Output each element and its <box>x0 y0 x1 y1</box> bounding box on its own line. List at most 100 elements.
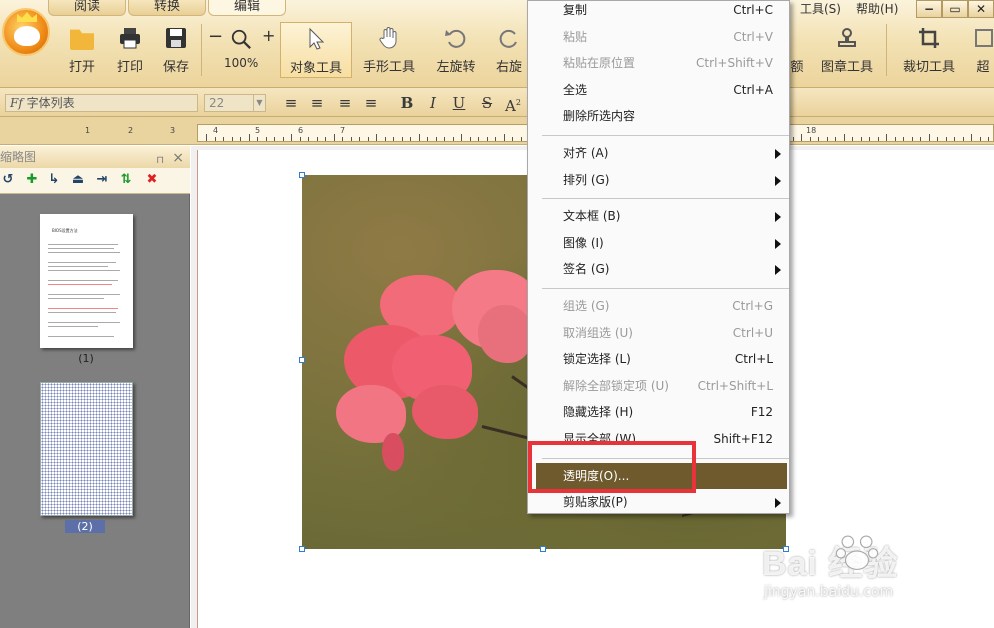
menu-item-1-0[interactable]: 对齐 (A) <box>528 140 789 166</box>
align-left-icon[interactable]: ≡ <box>282 94 300 112</box>
close-window-button[interactable]: ✕ <box>968 0 994 18</box>
crop-tool-button[interactable]: 裁切工具 <box>898 22 960 78</box>
ruler-tick <box>903 137 904 141</box>
chevron-down-icon[interactable]: ▼ <box>253 95 265 111</box>
thumbnail-panel: 缩略图 ⊓ × ↺ ✚ ↳ ⏏ ⇥ ⇅ ✖ BIOS设置方法 (1) (2) <box>0 146 190 628</box>
font-size-combobox[interactable]: 22 ▼ <box>204 94 266 112</box>
minimize-button[interactable]: − <box>916 0 942 18</box>
ruler-tick <box>308 137 309 141</box>
highlight-annotation-box <box>528 441 696 493</box>
menu-item-shortcut: Ctrl+G <box>732 299 773 313</box>
menu-item-label: 排列 (G) <box>563 172 610 187</box>
close-icon[interactable]: × <box>172 147 184 169</box>
ruler-tick <box>495 137 496 141</box>
format-bar: Ff 字体列表 22 ▼ ≡ ≡ ≡ ≡ B I U S A2 <box>0 88 994 117</box>
app-logo[interactable] <box>2 8 50 56</box>
menu-item-3-0: 组选 (G) Ctrl+G <box>528 293 789 319</box>
menu-item-3-2[interactable]: 锁定选择 (L) Ctrl+L <box>528 346 789 372</box>
print-button[interactable]: 打印 <box>110 22 150 78</box>
menu-help[interactable]: 帮助(H) <box>856 0 898 17</box>
window-controls: − ▭ ✕ <box>916 0 994 18</box>
font-size-value: 22 <box>209 96 225 110</box>
ruler-tick <box>291 134 292 141</box>
resize-handle[interactable] <box>299 546 305 552</box>
ruler-tick <box>333 134 335 141</box>
menu-item-0-0[interactable]: 复制 Ctrl+C <box>528 0 789 23</box>
ruler-tick <box>512 137 513 141</box>
underline-icon[interactable]: U <box>450 94 468 112</box>
menu-item-label: 粘贴 <box>563 29 588 44</box>
menu-item-0-4[interactable]: 删除所选内容 <box>528 103 789 129</box>
more-tools-button[interactable]: 超 <box>972 22 994 78</box>
menu-item-1-1[interactable]: 排列 (G) <box>528 167 789 193</box>
menu-item-2-2[interactable]: 签名 (G) <box>528 256 789 282</box>
menu-tools[interactable]: 工具(S) <box>800 0 841 17</box>
ruler-tick <box>274 137 275 141</box>
extract-page-icon[interactable]: ⏏ <box>70 172 86 188</box>
ruler-tick <box>427 137 428 141</box>
tab-read[interactable]: 阅读 <box>48 0 126 16</box>
ruler-number: 6 <box>298 126 304 135</box>
folder-icon <box>70 29 94 50</box>
align-right-icon[interactable]: ≡ <box>336 94 354 112</box>
object-tool-button[interactable]: 对象工具 <box>280 22 352 78</box>
tab-convert[interactable]: 转换 <box>128 0 206 16</box>
ruler-tick <box>911 137 913 141</box>
ruler-tick <box>503 134 505 141</box>
open-button[interactable]: 打开 <box>62 22 102 78</box>
ruler-tick <box>214 137 216 141</box>
replace-page-icon[interactable]: ⇅ <box>118 172 134 188</box>
strikethrough-icon[interactable]: S <box>478 94 496 112</box>
zoom-in-icon[interactable]: + <box>262 26 275 45</box>
ruler-tick <box>401 137 403 141</box>
menu-item-2-0[interactable]: 文本框 (B) <box>528 203 789 229</box>
panel-title: 缩略图 <box>0 150 37 164</box>
ruler-tick <box>962 137 964 141</box>
resize-handle[interactable] <box>299 357 305 363</box>
panel-header: 缩略图 ⊓ × <box>0 146 190 168</box>
align-center-icon[interactable]: ≡ <box>308 94 326 112</box>
export-page-icon[interactable]: ⇥ <box>94 172 110 188</box>
menu-item-0-3[interactable]: 全选 Ctrl+A <box>528 77 789 103</box>
add-page-icon[interactable]: ✚ <box>24 172 40 188</box>
rotate-left-button[interactable]: 左旋转 <box>430 22 482 78</box>
rotate-left-icon <box>445 29 466 48</box>
ruler-number: 2 <box>128 126 134 135</box>
rotate-right-button[interactable]: 右旋 <box>492 22 526 78</box>
zoom-out-icon[interactable]: − <box>208 26 223 47</box>
menu-item-2-1[interactable]: 图像 (I) <box>528 230 789 256</box>
delete-page-icon[interactable]: ✖ <box>144 172 160 188</box>
menu-item-3-4[interactable]: 隐藏选择 (H) F12 <box>528 399 789 425</box>
resize-handle[interactable] <box>540 546 546 552</box>
rotate-page-icon[interactable]: ↺ <box>0 172 16 188</box>
superscript-icon[interactable]: A2 <box>504 94 522 115</box>
amount-tool-button[interactable]: 额 <box>790 22 804 78</box>
tab-edit[interactable]: 编辑 <box>208 0 286 16</box>
toolbar-divider <box>886 24 887 76</box>
italic-icon[interactable]: I <box>424 94 442 112</box>
ribbon-tabs: 阅读 转换 编辑 <box>48 0 288 16</box>
page-thumbnail-1[interactable]: BIOS设置方法 <box>40 214 133 348</box>
insert-page-icon[interactable]: ↳ <box>46 172 62 188</box>
maximize-button[interactable]: ▭ <box>942 0 968 18</box>
save-button[interactable]: 保存 <box>156 22 196 78</box>
ruler-tick <box>809 137 811 141</box>
align-justify-icon[interactable]: ≡ <box>362 94 380 112</box>
page-thumbnail-2[interactable] <box>40 382 133 516</box>
resize-handle[interactable] <box>299 172 305 178</box>
ruler-tick <box>801 134 802 141</box>
page-label-2: (2) <box>65 520 105 533</box>
ruler-tick <box>316 137 318 141</box>
ruler-tick <box>894 137 896 141</box>
hand-tool-button[interactable]: 手形工具 <box>358 22 420 78</box>
font-icon: Ff <box>10 96 23 110</box>
font-list-combobox[interactable]: Ff 字体列表 <box>5 94 198 112</box>
ruler-number: 4 <box>213 126 219 135</box>
magnifier-icon[interactable] <box>230 28 252 50</box>
ruler-tick <box>350 137 352 141</box>
ruler-tick <box>248 134 250 141</box>
menu-item-4-1[interactable]: 剪贴家版(P) <box>528 489 789 515</box>
bold-icon[interactable]: B <box>398 94 416 112</box>
ruler-tick <box>937 137 938 141</box>
stamp-tool-button[interactable]: 图章工具 <box>816 22 878 78</box>
